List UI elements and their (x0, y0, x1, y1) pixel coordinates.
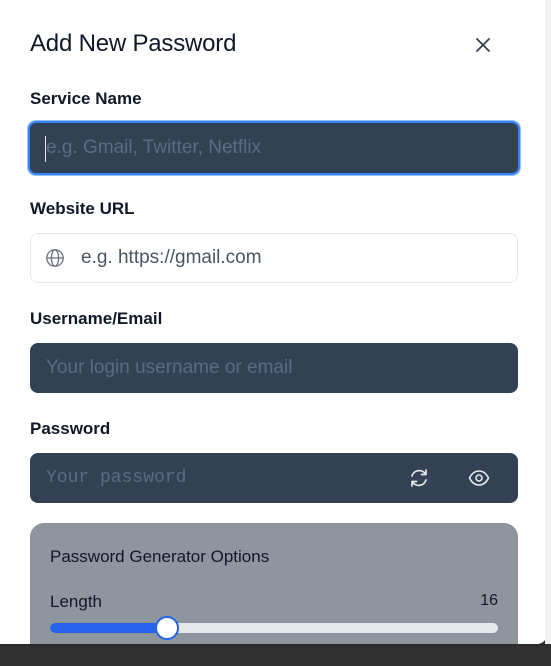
close-icon (476, 38, 490, 52)
modal-title: Add New Password (30, 30, 237, 57)
refresh-icon[interactable] (408, 467, 430, 489)
close-button[interactable] (470, 32, 496, 58)
password-field (30, 453, 518, 503)
length-slider-thumb[interactable] (154, 616, 179, 640)
password-input[interactable] (46, 453, 386, 503)
website-url-label: Website URL (30, 199, 135, 218)
globe-icon (46, 249, 64, 267)
service-name-input[interactable] (28, 121, 520, 175)
generator-title: Password Generator Options (50, 547, 270, 566)
eye-icon[interactable] (468, 467, 490, 489)
website-url-input[interactable] (81, 234, 501, 282)
length-slider[interactable] (50, 616, 498, 640)
username-input[interactable] (30, 343, 518, 393)
scrollbar[interactable] (545, 0, 551, 644)
length-slider-fill (50, 623, 167, 633)
add-password-modal: Add New Password Service Name Website UR… (0, 0, 547, 644)
username-label: Username/Email (30, 309, 163, 328)
text-caret (45, 136, 46, 162)
background-strip (0, 646, 551, 666)
website-url-field (30, 233, 518, 283)
password-label: Password (30, 419, 111, 438)
length-value: 16 (480, 592, 498, 609)
length-label: Length (50, 592, 102, 611)
service-name-label: Service Name (30, 89, 142, 108)
password-generator-panel: Password Generator Options Length 16 (30, 523, 518, 644)
